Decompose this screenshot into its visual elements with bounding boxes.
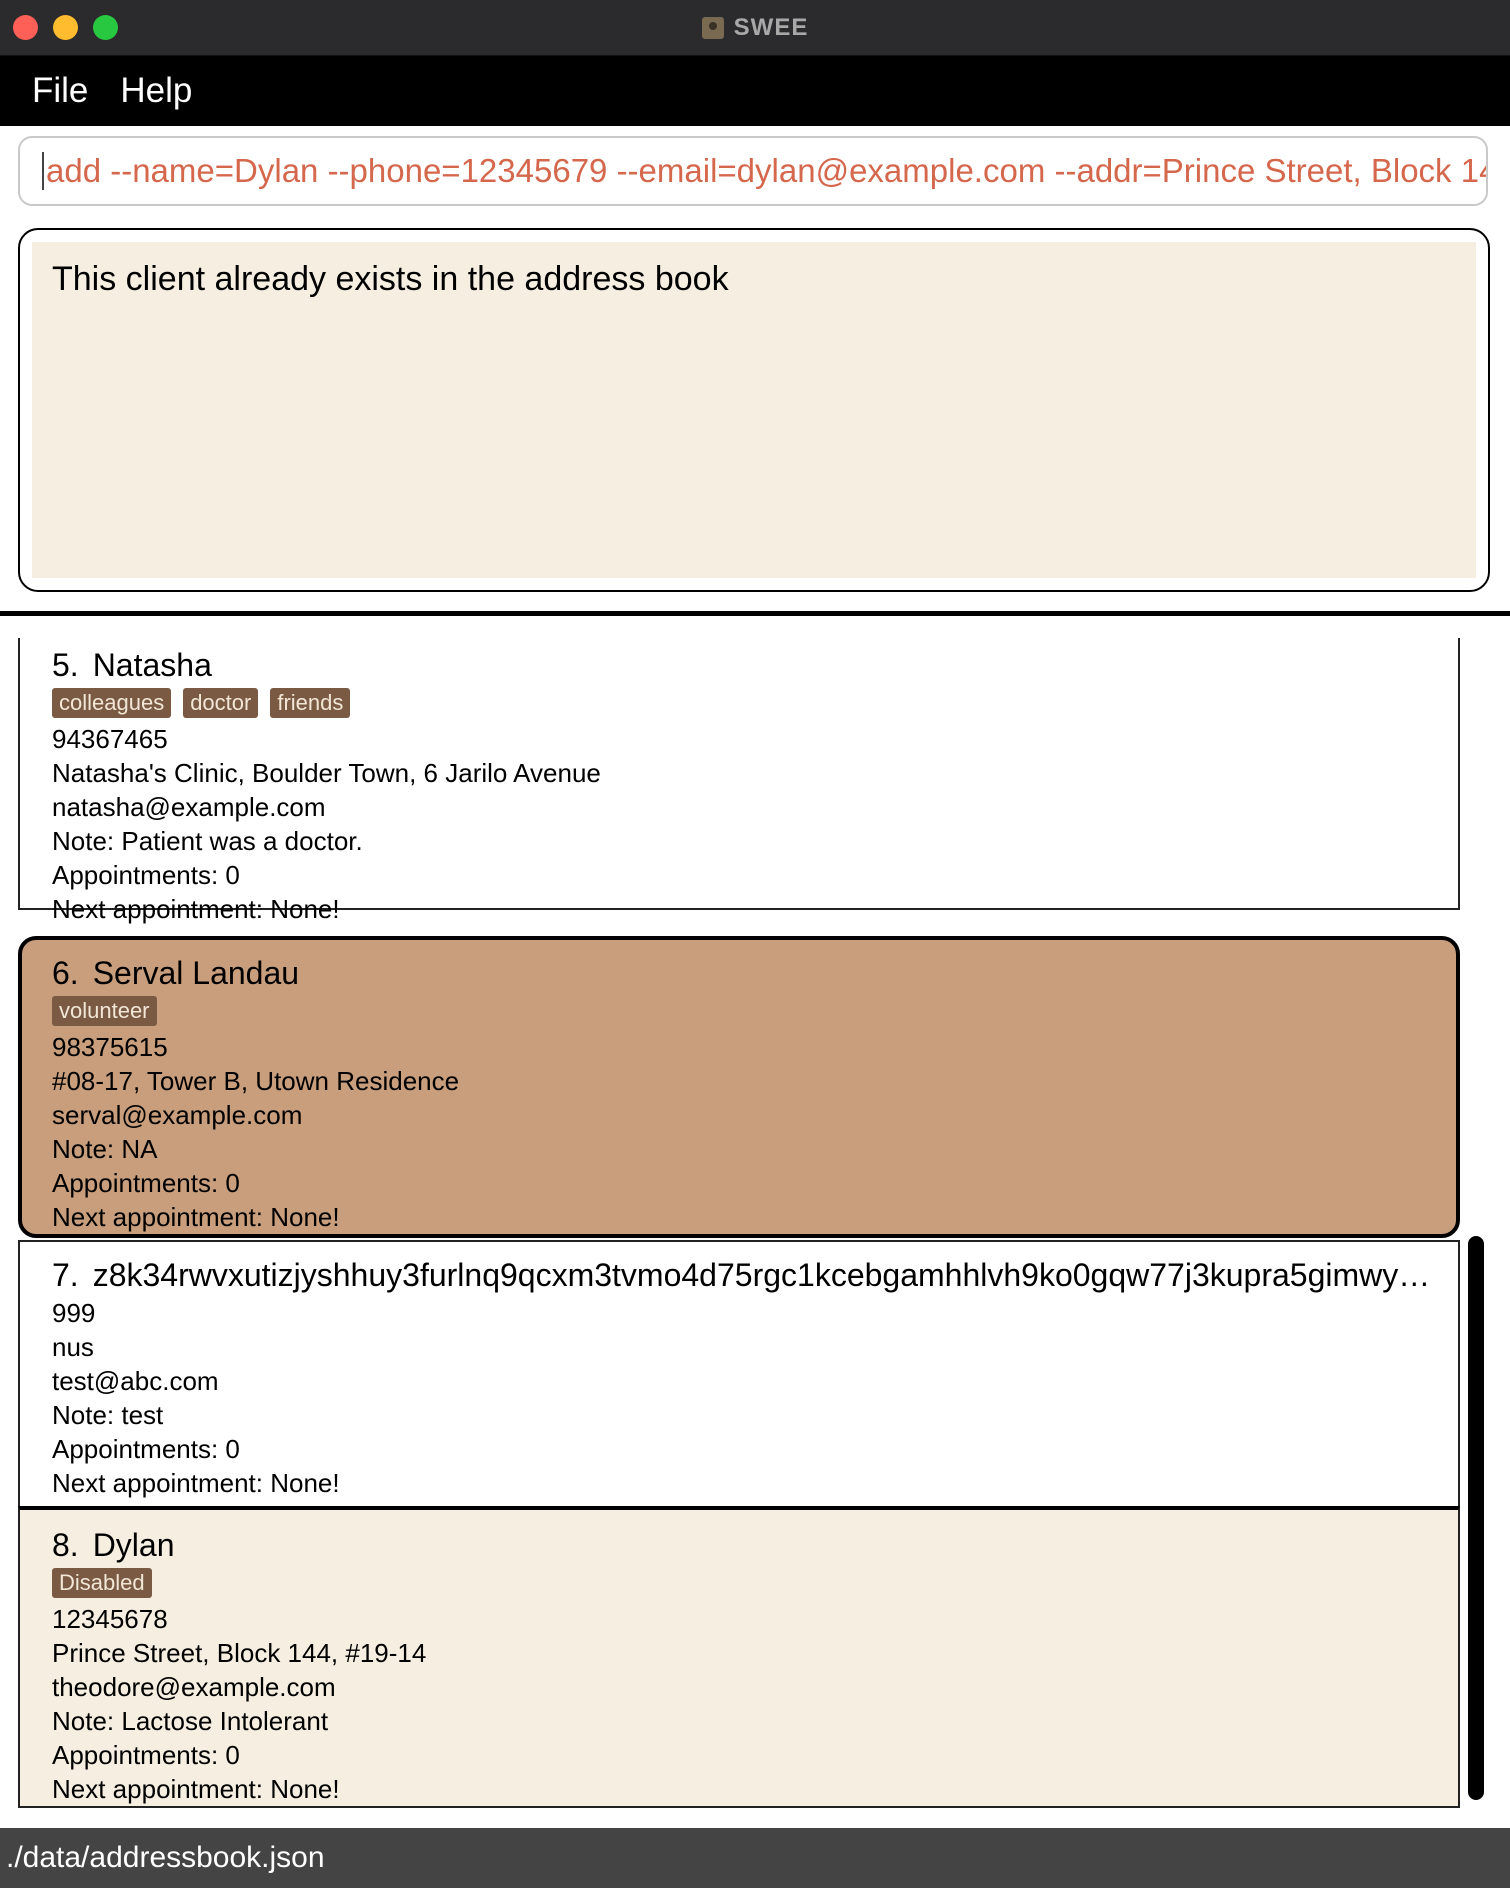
address-book-icon (701, 16, 724, 39)
result-message: This client already exists in the addres… (32, 242, 1476, 578)
person-index: 8. (52, 1527, 79, 1563)
person-appointments: Appointments: 0 (52, 1434, 240, 1464)
person-email: serval@example.com (52, 1100, 303, 1130)
person-index: 5. (52, 647, 79, 683)
tag-list: volunteer (52, 996, 1456, 1026)
person-appointments: Appointments: 0 (52, 1168, 240, 1198)
person-address: Prince Street, Block 144, #19-14 (52, 1638, 427, 1668)
person-next-appointment: Next appointment: None! (52, 1202, 340, 1232)
command-input-text[interactable]: add --name=Dylan --phone=12345679 --emai… (44, 152, 1486, 190)
person-appointments: Appointments: 0 (52, 860, 240, 890)
tag: doctor (183, 688, 259, 718)
person-name: Serval Landau (92, 955, 300, 991)
person-next-appointment: Next appointment: None! (52, 894, 340, 924)
person-appointments: Appointments: 0 (52, 1740, 240, 1770)
window-title-group: SWEE (0, 0, 1510, 55)
status-bar: ./data/addressbook.json (0, 1828, 1510, 1888)
person-name-row: 5. Natasha (52, 644, 1458, 686)
list-scrollbar[interactable] (1468, 1236, 1484, 1800)
person-email: natasha@example.com (52, 792, 326, 822)
person-list: 5. Natasha colleagues doctor friends 9436… (0, 638, 1510, 1828)
person-index: 7. (52, 1257, 79, 1293)
person-card-selected[interactable]: 6. Serval Landau volunteer 98375615 #08-1… (18, 936, 1460, 1238)
person-address: #08-17, Tower B, Utown Residence (52, 1066, 460, 1096)
person-name-row: 7. z8k34rwvxutizjyshhuy3furlnq9qcxm3tvmo4… (52, 1254, 1448, 1296)
person-note: Note: NA (52, 1134, 158, 1164)
panel-divider[interactable] (0, 611, 1510, 616)
person-phone: 999 (52, 1298, 96, 1328)
person-note: Note: Lactose Intolerant (52, 1706, 329, 1736)
person-phone: 12345678 (52, 1604, 168, 1634)
person-card[interactable]: 5. Natasha colleagues doctor friends 9436… (18, 638, 1460, 924)
person-email: theodore@example.com (52, 1672, 336, 1702)
tag: Disabled (52, 1568, 152, 1598)
person-card[interactable]: 8. Dylan Disabled 12345678 Prince Street,… (18, 1506, 1460, 1808)
menu-help[interactable]: Help (120, 71, 192, 111)
person-phone: 98375615 (52, 1032, 168, 1062)
person-address: Natasha's Clinic, Boulder Town, 6 Jarilo… (52, 758, 601, 788)
person-email: test@abc.com (52, 1366, 219, 1396)
menu-bar: File Help (0, 56, 1510, 126)
file-path: ./data/addressbook.json (6, 1841, 325, 1874)
person-note: Note: Patient was a doctor. (52, 826, 363, 856)
person-name: Natasha (92, 647, 212, 683)
window-title: SWEE (733, 13, 809, 41)
tag-list: Disabled (52, 1568, 1458, 1598)
person-note: Note: test (52, 1400, 164, 1430)
title-bar: SWEE (0, 0, 1510, 56)
menu-file[interactable]: File (32, 71, 88, 111)
person-next-appointment: Next appointment: None! (52, 1774, 340, 1804)
person-name-row: 8. Dylan (52, 1524, 1458, 1566)
person-name-row: 6. Serval Landau (52, 952, 1456, 994)
tag: colleagues (52, 688, 172, 718)
tag: volunteer (52, 996, 157, 1026)
person-name: z8k34rwvxutizjyshhuy3furlnq9qcxm3tvmo4d7… (92, 1257, 1448, 1293)
person-index: 6. (52, 955, 79, 991)
person-phone: 94367465 (52, 724, 168, 754)
person-address: nus (52, 1332, 94, 1362)
tag: friends (270, 688, 351, 718)
command-input[interactable]: add --name=Dylan --phone=12345679 --emai… (18, 136, 1488, 206)
person-next-appointment: Next appointment: None! (52, 1468, 340, 1498)
person-card[interactable]: 7. z8k34rwvxutizjyshhuy3furlnq9qcxm3tvmo4… (18, 1240, 1460, 1510)
tag-list: colleagues doctor friends (52, 688, 1458, 718)
person-name: Dylan (92, 1527, 175, 1563)
result-display: This client already exists in the addres… (18, 228, 1490, 592)
